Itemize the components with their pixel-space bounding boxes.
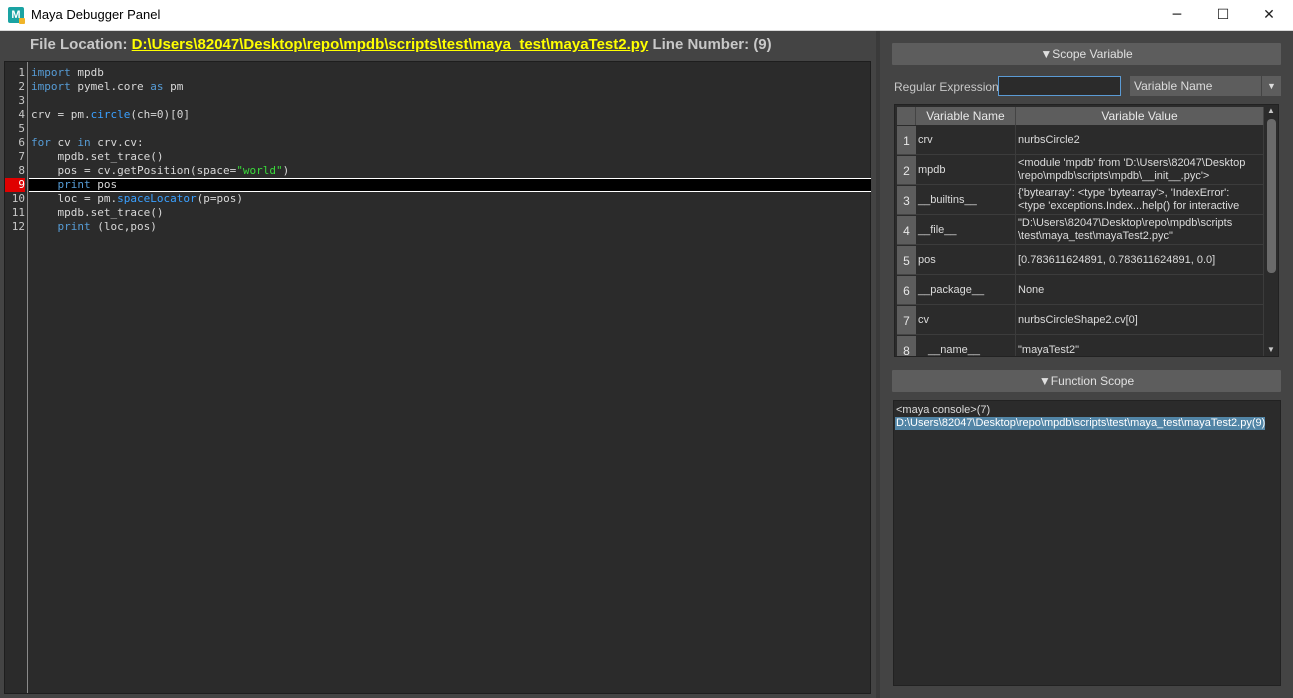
filter-column-value: Variable Name — [1134, 79, 1213, 93]
row-header[interactable]: 8 — [897, 336, 916, 356]
variable-value-cell[interactable]: [0.783611624891, 0.783611624891, 0.0] — [1016, 245, 1264, 275]
line-number[interactable]: 11 — [5, 206, 25, 220]
code-editor[interactable]: 1 2 3 4 5 6 7 8 9 10 11 12 import mpdb i… — [4, 61, 871, 694]
variable-value-cell[interactable]: nurbsCircleShape2.cv[0] — [1016, 305, 1264, 335]
row-header[interactable]: 7 — [897, 306, 916, 335]
variable-value-cell[interactable]: <module 'mpdb' from 'D:\Users\82047\Desk… — [1016, 155, 1264, 185]
scroll-up-icon[interactable]: ▲ — [1264, 105, 1278, 117]
maya-logo-icon: M — [8, 7, 25, 24]
table-corner[interactable] — [897, 107, 916, 125]
title-bar: M Maya Debugger Panel ─ ☐ ✕ — [0, 0, 1293, 31]
window-title: Maya Debugger Panel — [31, 7, 161, 22]
variable-name-cell[interactable]: __package__ — [916, 275, 1016, 305]
scrollbar-thumb[interactable] — [1267, 119, 1276, 273]
code-line: import mpdb — [31, 66, 104, 79]
file-path-link[interactable]: D:\Users\82047\Desktop\repo\mpdb\scripts… — [132, 36, 649, 53]
line-number[interactable]: 12 — [5, 220, 25, 234]
line-number[interactable]: 6 — [5, 136, 25, 150]
function-scope-header[interactable]: ▼Function Scope — [892, 370, 1281, 392]
line-number[interactable]: 4 — [5, 108, 25, 122]
value-line: <type 'exceptions.Index...help() for int… — [1018, 200, 1240, 212]
variable-name-cell[interactable]: mpdb — [916, 155, 1016, 185]
value-line: \test\maya_test\mayaTest2.pyc" — [1018, 230, 1173, 242]
close-button[interactable]: ✕ — [1246, 0, 1292, 31]
line-number[interactable]: 1 — [5, 66, 25, 80]
maximize-button[interactable]: ☐ — [1200, 0, 1246, 31]
line-number-label: Line Number: — [652, 36, 750, 53]
breakpoint-line-number[interactable]: 9 — [5, 178, 25, 192]
line-gutter[interactable]: 1 2 3 4 5 6 7 8 9 10 11 12 — [5, 62, 28, 693]
file-header: File Location: D:\Users\82047\Desktop\re… — [30, 36, 772, 53]
row-header[interactable]: 2 — [897, 156, 916, 185]
code-line: mpdb.set_trace() — [31, 150, 164, 163]
scope-variable-header[interactable]: ▼Scope Variable — [892, 43, 1281, 65]
row-header[interactable]: 3 — [897, 186, 916, 215]
column-header-name[interactable]: Variable Name — [916, 107, 1016, 125]
scope-list-item-selected[interactable]: D:\Users\82047\Desktop\repo\mpdb\scripts… — [895, 417, 1266, 430]
value-line: "D:\Users\82047\Desktop\repo\mpdb\script… — [1018, 217, 1233, 229]
scope-list-item[interactable]: <maya console>(7) — [895, 404, 990, 417]
variable-table[interactable]: Variable Name Variable Value 1 crv nurbs… — [894, 104, 1279, 357]
editor-pane: File Location: D:\Users\82047\Desktop\re… — [0, 31, 876, 698]
variable-name-cell[interactable]: crv — [916, 125, 1016, 155]
line-number[interactable]: 3 — [5, 94, 25, 108]
file-location-label: File Location: — [30, 36, 128, 53]
variable-name-cell[interactable]: __file__ — [916, 215, 1016, 245]
filter-column-select[interactable]: Variable Name ▼ — [1130, 76, 1281, 96]
line-number-value: (9) — [753, 36, 772, 53]
variable-name-cell[interactable]: __name__ — [916, 335, 1016, 356]
value-line: <module 'mpdb' from 'D:\Users\82047\Desk… — [1018, 157, 1246, 169]
variable-value-cell[interactable]: nurbsCircle2 — [1016, 125, 1264, 155]
row-header[interactable]: 5 — [897, 246, 916, 275]
scroll-down-icon[interactable]: ▼ — [1264, 344, 1278, 356]
regex-input[interactable] — [998, 76, 1121, 96]
code-line: crv = pm.circle(ch=0)[0] — [31, 108, 190, 121]
variable-name-cell[interactable]: pos — [916, 245, 1016, 275]
table-scrollbar[interactable]: ▲ ▼ — [1264, 105, 1278, 356]
line-number[interactable]: 5 — [5, 122, 25, 136]
code-line: mpdb.set_trace() — [31, 206, 164, 219]
code-line: loc = pm.spaceLocator(p=pos) — [31, 192, 243, 205]
variable-name-cell[interactable]: cv — [916, 305, 1016, 335]
line-number[interactable]: 7 — [5, 150, 25, 164]
variable-name-cell[interactable]: __builtins__ — [916, 185, 1016, 215]
variable-value-cell[interactable]: None — [1016, 275, 1264, 305]
row-header[interactable]: 4 — [897, 216, 916, 245]
code-line: import pymel.core as pm — [31, 80, 184, 93]
variable-value-cell[interactable]: "D:\Users\82047\Desktop\repo\mpdb\script… — [1016, 215, 1264, 245]
column-header-value[interactable]: Variable Value — [1016, 107, 1264, 125]
inspector-pane: ▼Scope Variable Regular Expression Varia… — [880, 31, 1293, 698]
function-scope-list[interactable]: <maya console>(7) D:\Users\82047\Desktop… — [893, 400, 1281, 686]
chevron-down-icon[interactable]: ▼ — [1261, 76, 1281, 96]
code-line: for cv in crv.cv: — [31, 136, 144, 149]
variable-value-cell[interactable]: "mayaTest2" — [1016, 335, 1264, 356]
line-number[interactable]: 10 — [5, 192, 25, 206]
regex-label: Regular Expression — [894, 80, 999, 94]
minimize-button[interactable]: ─ — [1154, 0, 1200, 31]
line-number[interactable]: 2 — [5, 80, 25, 94]
value-line: \repo\mpdb\scripts\mpdb\__init__.pyc'> — [1018, 170, 1210, 182]
variable-value-cell[interactable]: {'bytearray': <type 'bytearray'>, 'Index… — [1016, 185, 1264, 215]
value-line: {'bytearray': <type 'bytearray'>, 'Index… — [1018, 187, 1230, 199]
code-line: pos = cv.getPosition(space="world") — [31, 164, 290, 177]
current-code-line: print pos — [29, 178, 871, 192]
row-header[interactable]: 1 — [897, 126, 916, 155]
line-number[interactable]: 8 — [5, 164, 25, 178]
row-header[interactable]: 6 — [897, 276, 916, 305]
code-line: print (loc,pos) — [57, 220, 157, 233]
